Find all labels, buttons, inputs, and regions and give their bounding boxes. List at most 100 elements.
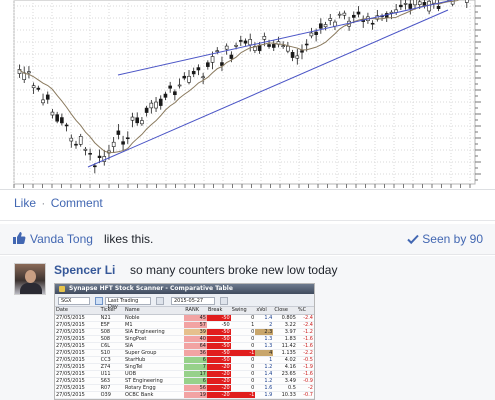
candle-body [177, 84, 182, 87]
post-actions: Like · Comment [14, 196, 103, 210]
candle-body [290, 52, 295, 58]
candle-body [173, 91, 177, 96]
table-cell-name: M1 [124, 321, 185, 329]
candle-body [408, 3, 413, 9]
thumbs-up-icon [13, 232, 26, 244]
table-cell-date: 27/05/2015 [55, 377, 100, 385]
candle-body [168, 85, 172, 89]
table-cell-date: 27/05/2015 [55, 335, 100, 343]
candle-body [116, 130, 121, 135]
candle-body [286, 45, 290, 52]
table-cell-rank: 45 [184, 314, 207, 322]
table-cell-c: -0.9 [296, 377, 314, 385]
table-cell-date: 27/05/2015 [55, 314, 100, 322]
table-cell-xvol: 1 [255, 356, 274, 364]
comment-link[interactable]: Comment [51, 196, 103, 210]
table-row: 27/05/2015 O39 OCBC Bank 19 -20 -1 1.9 10.33 -0.… [55, 391, 314, 399]
table-row: 27/05/2015 U11 UOB 17 -20 0 1.4 23.65 -1.6 [55, 370, 314, 378]
table-cell-c: -2.2 [296, 349, 314, 357]
table-row: 27/05/2015 E5F M1 57 -50 1 2 3.22 -2.4 [55, 321, 314, 329]
candle-body [328, 18, 333, 21]
mode-select: Last Trading Day [105, 297, 151, 310]
table-cell-c: -0.7 [296, 391, 314, 399]
table-cell-rank: 17 [184, 370, 207, 378]
table-cell-name: SingPost [124, 335, 185, 343]
likes-row: Vanda Tong likes this. Seen by 90 [0, 224, 495, 254]
candle-body [464, 0, 469, 3]
column-header: Date [55, 307, 100, 315]
app-icon [59, 286, 65, 292]
table-cell-xvol: 1.4 [255, 314, 274, 322]
table-cell-c: -1.9 [296, 363, 314, 371]
table-cell-ticker: S08 [99, 328, 124, 336]
candle-body [267, 44, 271, 47]
candle-body [337, 13, 342, 16]
table-cell-c: -2.4 [296, 314, 314, 322]
table-cell-c: -1.6 [296, 342, 314, 350]
candle-body [125, 137, 130, 140]
table-cell-c: -2 [296, 384, 314, 392]
table-cell-close: 1.135 [273, 349, 297, 357]
table-cell-break: -50 [206, 321, 231, 329]
column-header: Close [273, 307, 297, 315]
candle-body [149, 102, 154, 109]
likes-text: likes this. [104, 232, 154, 246]
candle-body [60, 117, 64, 124]
candle-body [55, 114, 59, 122]
table-cell-ticker: R07 [99, 384, 124, 392]
candle-body [158, 98, 163, 106]
table-cell-ticker: Z74 [99, 363, 124, 371]
table-cell-ticker: S63 [99, 377, 124, 385]
candle-body [413, 0, 417, 6]
table-cell-date: 27/05/2015 [55, 363, 100, 371]
table-cell-date: 27/05/2015 [55, 321, 100, 329]
table-cell-name: SIA Engineering [124, 328, 185, 336]
table-cell-rank: 7 [184, 363, 207, 371]
candle-body [422, 2, 427, 6]
table-cell-date: 27/05/2015 [55, 349, 100, 357]
candle-body [45, 94, 50, 100]
table-cell-rank: 64 [184, 342, 207, 350]
seen-by-link[interactable]: Seen by 90 [407, 232, 483, 246]
table-cell-c: -0.5 [296, 356, 314, 364]
table-cell-close: 0.5 [273, 384, 297, 392]
table-cell-break: -50 [206, 328, 231, 336]
candle-body [295, 55, 300, 59]
candle-body [333, 21, 337, 27]
table-cell-xvol: 1.2 [255, 377, 274, 385]
scanner-title-bar: Synapse HFT Stock Scanner - Comparative … [55, 284, 314, 294]
like-link[interactable]: Like [14, 196, 36, 210]
scanner-screenshot-image[interactable]: Synapse HFT Stock Scanner - Comparative … [54, 283, 315, 400]
table-cell-break: -50 [206, 356, 231, 364]
avatar[interactable] [14, 263, 46, 295]
candle-body [215, 50, 220, 52]
liker-name-link[interactable]: Vanda Tong [30, 232, 93, 246]
candle-body [370, 22, 375, 25]
table-cell-break: -50 [206, 342, 231, 350]
candle-body [399, 4, 403, 8]
table-cell-break: -20 [206, 363, 231, 371]
table-cell-c: -1.6 [296, 370, 314, 378]
table-cell-swing: 0 [230, 356, 256, 364]
table-cell-name: Rotary Engg [124, 384, 185, 392]
table-cell-close: 3.97 [273, 328, 297, 336]
table-cell-ticker: N21 [99, 314, 124, 322]
table-row: 27/05/2015 S63 ST Engineering 6 -20 0 1.2 3.49-… [55, 377, 314, 385]
candle-body [314, 31, 318, 35]
date-field: 2015-05-27 [171, 297, 215, 305]
table-cell-close: 1.83 [273, 335, 297, 343]
candle-body [135, 117, 140, 124]
table-cell-name: ST Engineering [124, 377, 185, 385]
market-select: SGX [58, 297, 90, 305]
table-cell-name: Super Group [124, 349, 185, 357]
candle-body [88, 152, 92, 155]
candle-body [93, 165, 97, 168]
comment-text: so many counters broke new low today [130, 263, 338, 277]
section-divider [0, 254, 495, 255]
scanner-toolbar: SGX Last Trading Day 2015-05-27 [55, 294, 314, 310]
table-cell-close: 11.42 [273, 342, 297, 350]
comment: Spencer Li so many counters broke new lo… [0, 256, 495, 400]
table-cell-close: 0.805 [273, 314, 297, 322]
table-cell-date: 27/05/2015 [55, 342, 100, 350]
comment-author-link[interactable]: Spencer Li [54, 263, 115, 277]
